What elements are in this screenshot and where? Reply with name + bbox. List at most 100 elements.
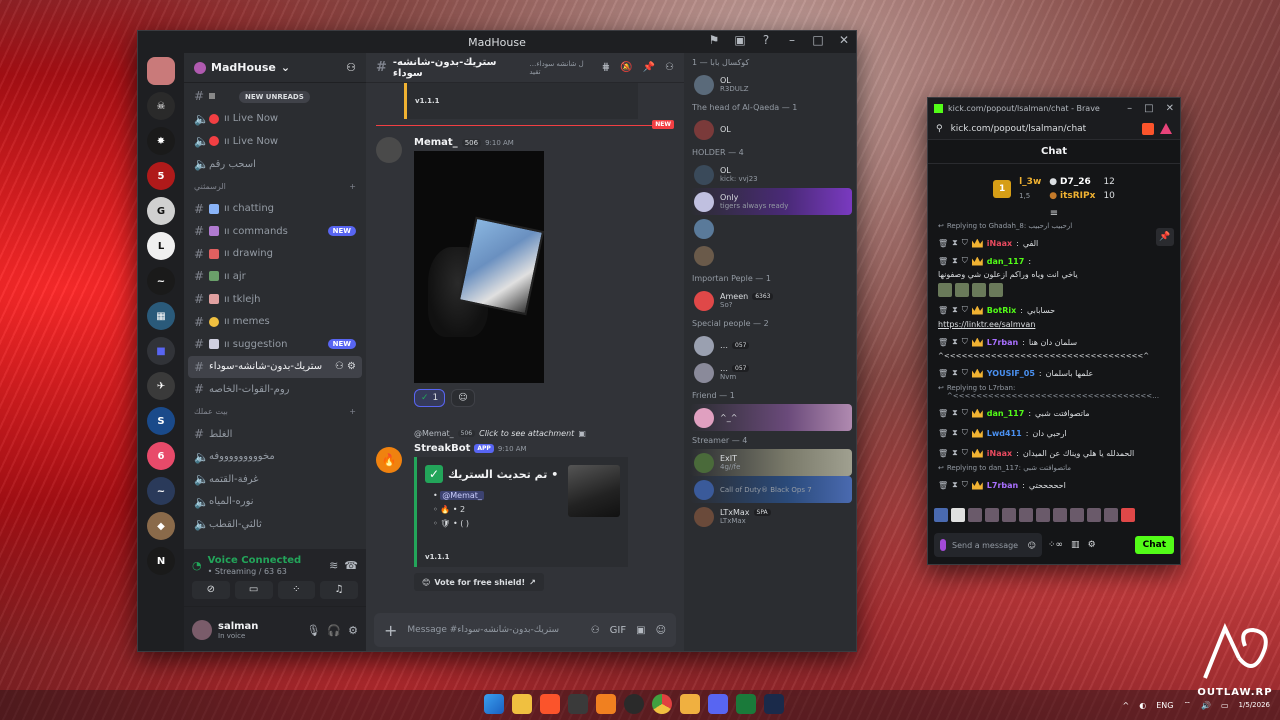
mic-icon[interactable]: 🎙 (306, 624, 320, 637)
channel-item[interactable]: # ıı commands NEW (188, 220, 362, 243)
timeout-icon[interactable]: ⧗ (952, 480, 958, 490)
close-icon[interactable]: ✕ (836, 33, 852, 47)
chat-username[interactable]: dan_117 (987, 257, 1025, 266)
emote-icon[interactable] (1104, 508, 1118, 522)
gear-icon[interactable]: ⚙ (348, 624, 358, 637)
ban-icon[interactable]: ⛉ (962, 428, 968, 438)
voice-status-title[interactable]: Voice Connected (208, 555, 302, 566)
emote-icon[interactable] (1121, 508, 1135, 522)
chat-username[interactable]: Lwd411 (987, 429, 1022, 438)
server-icon[interactable]: G (147, 197, 175, 225)
ban-icon[interactable]: ⛉ (962, 368, 968, 378)
member-item[interactable]: … 057 Nvm (690, 359, 852, 386)
headphones-icon[interactable]: 🎧 (327, 624, 341, 637)
mic-icon[interactable] (940, 539, 946, 551)
delete-icon[interactable]: 🗑 (938, 409, 948, 418)
member-item[interactable]: … 057 (690, 332, 852, 359)
add-channel-icon[interactable]: + (349, 182, 356, 191)
obs-icon[interactable] (624, 694, 644, 714)
chat-username[interactable]: iNaax (987, 449, 1012, 458)
server-icon[interactable]: 6 (147, 442, 175, 470)
delete-icon[interactable]: 🗑 (938, 306, 948, 315)
pin-icon[interactable]: 📌 (643, 62, 655, 73)
add-member-icon[interactable]: ⚇ (346, 61, 356, 74)
emote-icon[interactable] (989, 283, 1003, 297)
category-header[interactable]: الرسمثني + (188, 175, 362, 197)
timeout-icon[interactable]: ⧗ (952, 428, 958, 438)
reply-reference[interactable]: ↩ Replying to L7rban: ^<<<<<<<<<<<<<<<<<<… (938, 384, 1170, 400)
emote-icon[interactable] (1053, 508, 1067, 522)
close-icon[interactable]: ✕ (1166, 103, 1174, 114)
timeout-icon[interactable]: ⧗ (952, 408, 958, 418)
server-icon[interactable]: ~ (147, 477, 175, 505)
leader-second-name[interactable]: D7_26 (1060, 177, 1091, 187)
member-item[interactable]: Call of Duty® Black Ops 7 (690, 476, 852, 503)
category-header[interactable]: بيت عملك + (188, 401, 362, 423)
emote-icon[interactable] (1070, 508, 1084, 522)
channel-item[interactable]: # ıı tklejh (188, 288, 362, 311)
emote-icon[interactable] (985, 508, 999, 522)
member-item[interactable]: OL R3DULZ (690, 71, 852, 98)
emote-icon[interactable] (1087, 508, 1101, 522)
excel-icon[interactable] (736, 694, 756, 714)
reply-reference[interactable]: @Memat_ 506 Click to see attachment ▣ (414, 429, 586, 438)
bot-avatar[interactable]: 🔥 (376, 447, 402, 473)
inbox-icon[interactable]: ▣ (732, 33, 748, 47)
file-explorer-icon[interactable] (512, 694, 532, 714)
delete-icon[interactable]: 🗑 (938, 449, 948, 458)
channel-item-active[interactable]: # ستريك-بدون-شانشه-سوداء ⚇ ⚙ (188, 355, 362, 379)
channel-item[interactable]: # ıı ajr (188, 265, 362, 288)
channel-item[interactable]: # روم-القوات-الخاصه (188, 378, 362, 401)
server-icon[interactable]: ~ (147, 267, 175, 295)
member-item[interactable]: Ameen 6363 So? (690, 287, 852, 314)
emote-icon[interactable] (934, 508, 948, 522)
chat-username[interactable]: dan_117 (987, 409, 1025, 418)
leader-first-name[interactable]: l_3w (1019, 175, 1041, 189)
add-reaction-button[interactable]: ☺ (451, 389, 475, 407)
brave-icon[interactable] (540, 694, 560, 714)
steam-icon[interactable] (764, 694, 784, 714)
app-icon[interactable] (680, 694, 700, 714)
chat-button[interactable]: Chat (1134, 536, 1174, 554)
channel-topic[interactable]: …ل شانشه سوداء تقيد (529, 60, 595, 76)
new-unreads-pill[interactable]: NEW UNREADS (239, 91, 310, 103)
emoji-icon[interactable]: ☺ (656, 625, 666, 636)
timeout-icon[interactable]: ⧗ (952, 448, 958, 458)
ban-icon[interactable]: ⛉ (962, 408, 968, 418)
kicks-icon[interactable]: ⁘∞ (1048, 540, 1063, 550)
ban-icon[interactable]: ⛉ (962, 305, 968, 315)
plus-icon[interactable]: + (384, 621, 397, 640)
pin-icon[interactable]: 📌 (1156, 228, 1174, 246)
delete-icon[interactable]: 🗑 (938, 338, 948, 347)
channel-item[interactable]: 🔈 غرفة-القتمه (188, 468, 362, 491)
threads-icon[interactable]: ⋕ (602, 62, 610, 73)
mention[interactable]: @Memat_ (440, 491, 484, 500)
emoji-icon[interactable]: ☺ (1028, 541, 1036, 550)
channel-item[interactable]: # ıı drawing (188, 243, 362, 266)
store-icon[interactable]: ▥ (1071, 540, 1080, 550)
message-composer[interactable]: + Message #ستريك-بدون-شانشه-سوداء ⚇ GIF … (374, 613, 676, 647)
discord-icon[interactable] (708, 694, 728, 714)
camera-off-icon[interactable]: ⊘ (192, 581, 230, 599)
chat-username[interactable]: YOUSIF_05 (987, 369, 1035, 378)
server-icon[interactable]: ✈ (147, 372, 175, 400)
channel-item[interactable]: # ıı suggestion NEW (188, 333, 362, 356)
server-icon[interactable]: L (147, 232, 175, 260)
ban-icon[interactable]: ⛉ (962, 480, 968, 490)
server-icon[interactable]: 5 (147, 162, 175, 190)
channel-item[interactable]: # ıı chatting (188, 197, 362, 220)
bot-author[interactable]: StreakBot (414, 443, 470, 454)
reply-reference[interactable]: ↩ Replying to dan_117: ماتصوافتت شبي (938, 464, 1170, 472)
maximize-icon[interactable]: □ (1144, 103, 1153, 114)
chat-username[interactable]: BotRix (987, 306, 1016, 315)
gif-icon[interactable]: GIF (610, 625, 626, 636)
member-item[interactable]: ^_^ (690, 404, 852, 431)
address-bar[interactable]: ⚲ kick.com/popout/lsalman/chat (928, 118, 1180, 140)
flag-icon[interactable]: ⚑ (706, 33, 722, 47)
minimize-icon[interactable]: – (784, 33, 800, 47)
timeout-icon[interactable]: ⧗ (952, 238, 958, 248)
guild-header[interactable]: MadHouse ⌄ ⚇ (184, 53, 366, 83)
timeout-icon[interactable]: ⧗ (952, 256, 958, 266)
collapse-icon[interactable]: ≡ (928, 209, 1180, 219)
brave-shield-icon[interactable] (1142, 122, 1154, 135)
